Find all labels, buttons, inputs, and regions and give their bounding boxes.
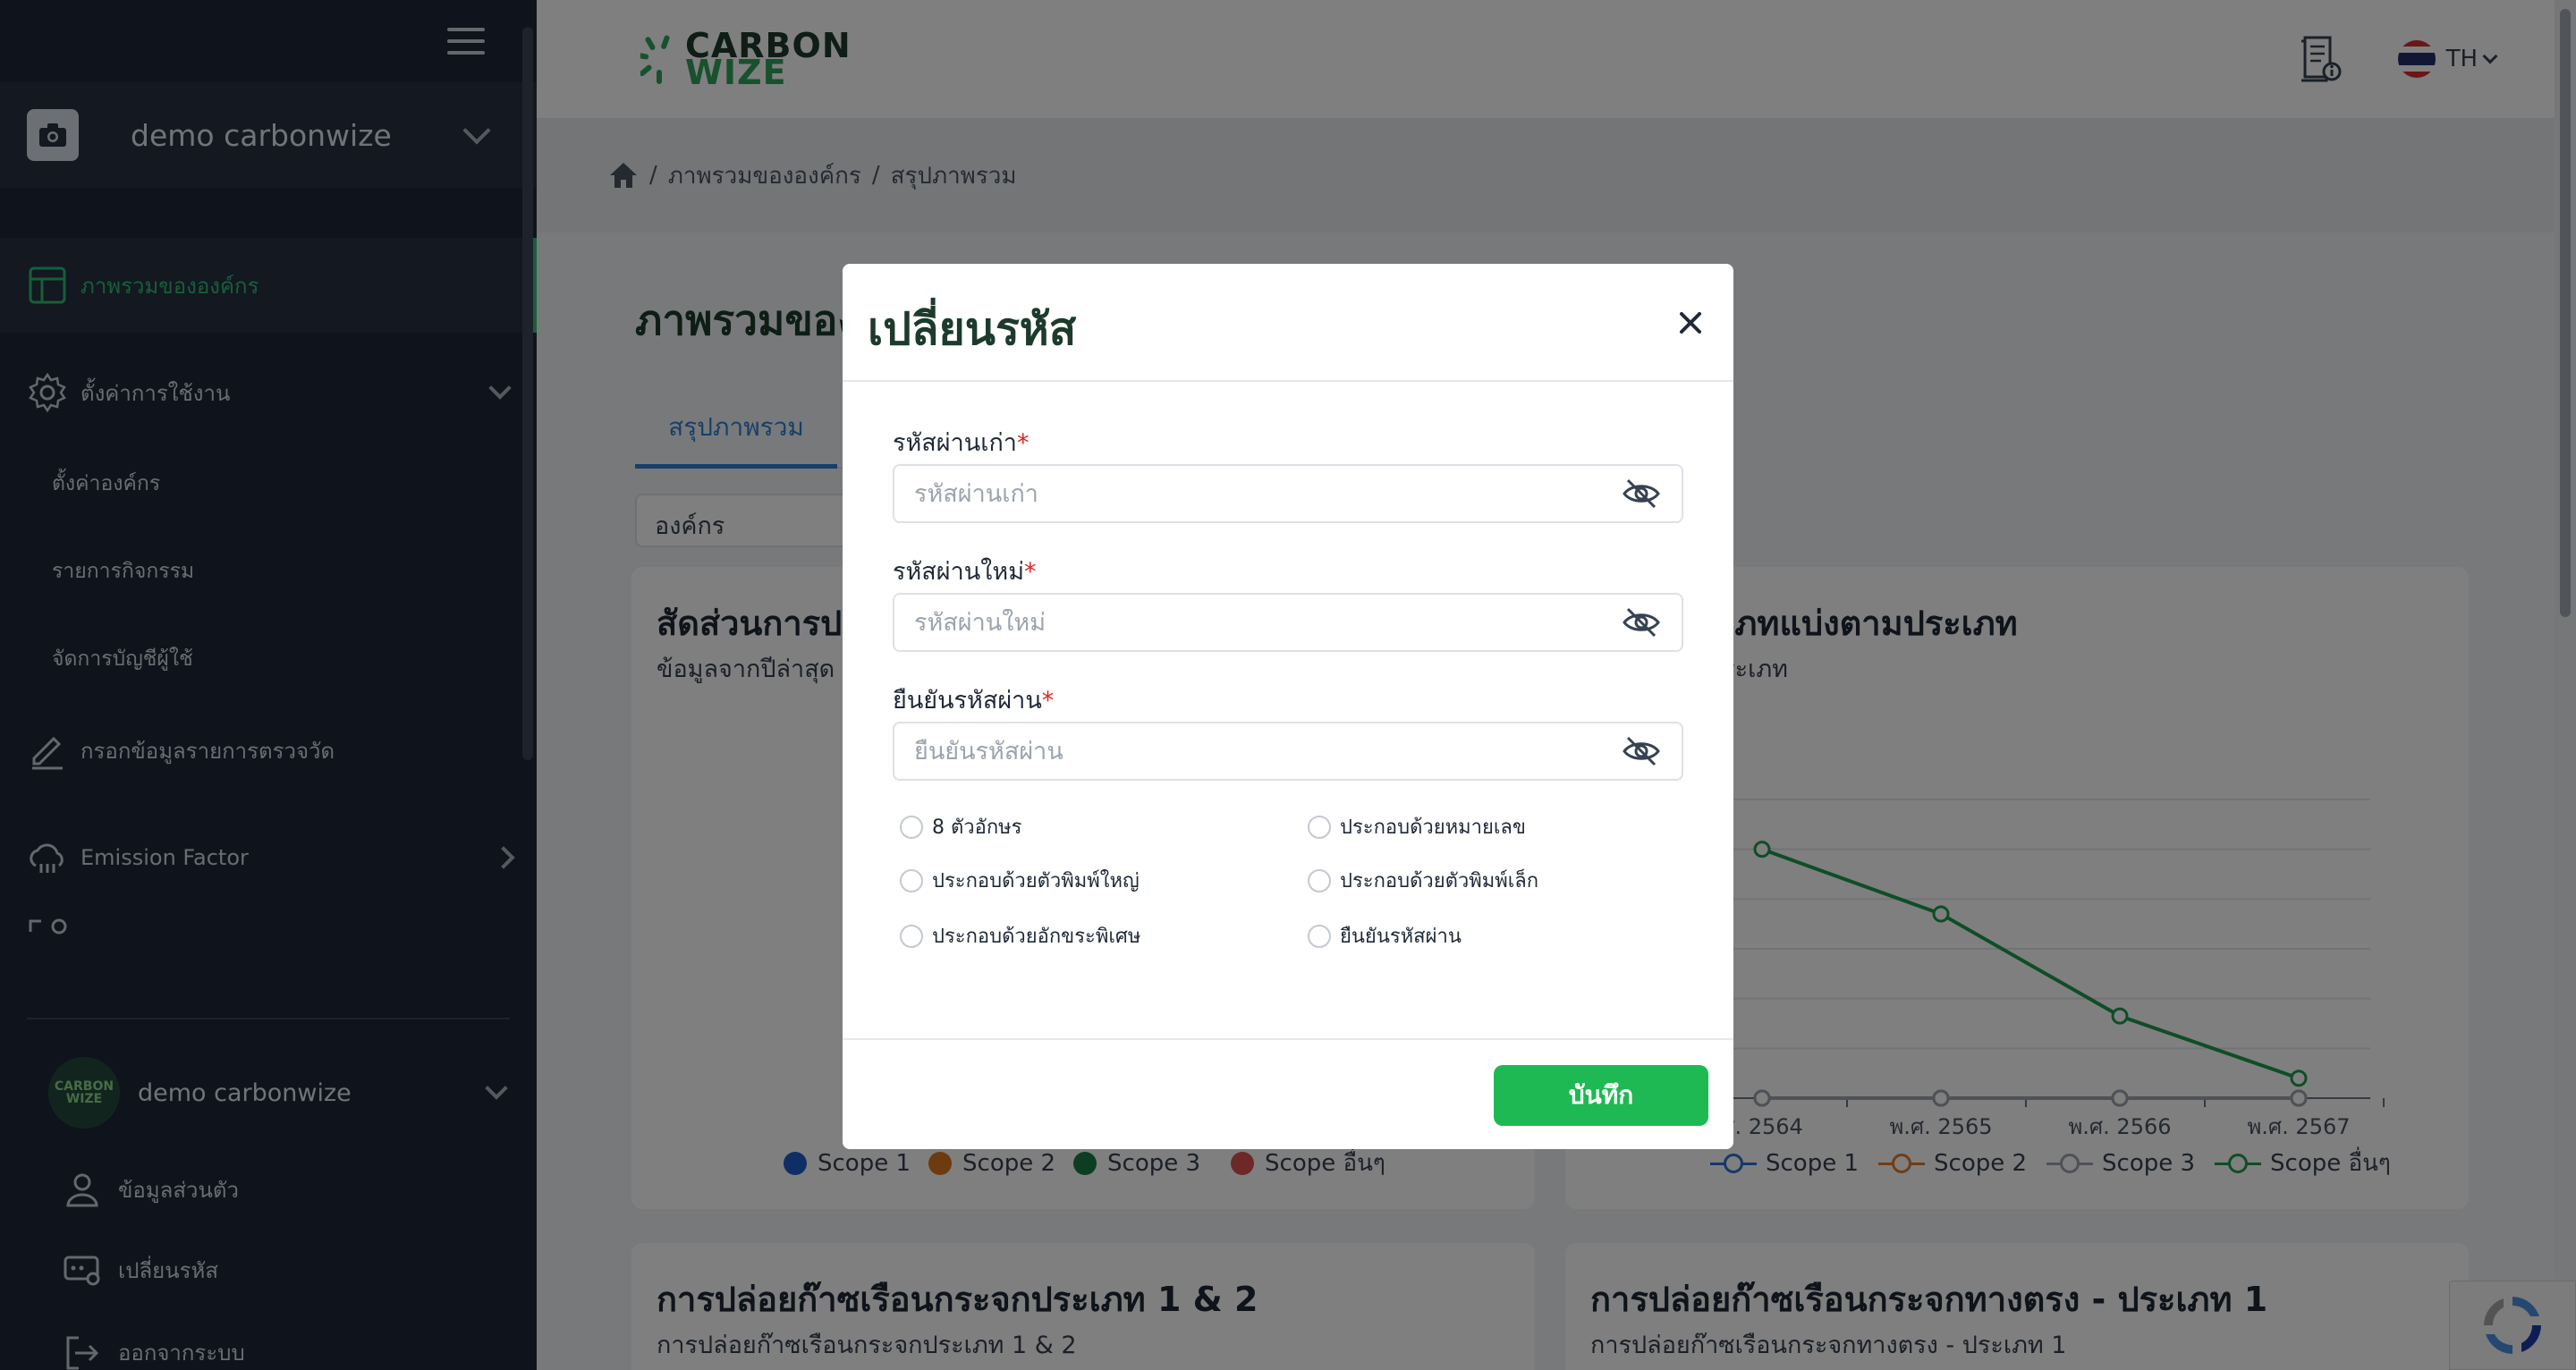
old-password-label: รหัสผ่านเก่า* bbox=[893, 429, 1030, 457]
close-icon[interactable] bbox=[1673, 305, 1708, 341]
rule-has-upper: ประกอบด้วยตัวพิมพ์ใหญ่ bbox=[900, 865, 1140, 896]
rule-indicator bbox=[900, 924, 923, 948]
new-password-label: รหัสผ่านใหม่* bbox=[893, 558, 1037, 586]
eye-off-icon[interactable] bbox=[1621, 473, 1662, 514]
save-button[interactable]: บันทึก bbox=[1494, 1065, 1708, 1126]
rule-has-lower: ประกอบด้วยตัวพิมพ์เล็ก bbox=[1308, 865, 1538, 896]
confirm-password-label: ยืนยันรหัสผ่าน* bbox=[893, 687, 1055, 715]
modal-title: เปลี่ยนรหัส bbox=[868, 303, 1077, 355]
rule-indicator bbox=[1308, 815, 1331, 839]
new-password-field bbox=[893, 593, 1683, 652]
rule-indicator bbox=[1308, 868, 1331, 892]
rule-indicator bbox=[900, 868, 923, 892]
eye-off-icon[interactable] bbox=[1621, 731, 1662, 772]
eye-off-icon[interactable] bbox=[1621, 602, 1662, 643]
confirm-password-field bbox=[893, 722, 1683, 781]
modal-header: เปลี่ยนรหัส bbox=[843, 264, 1733, 382]
confirm-password-input[interactable] bbox=[914, 737, 1621, 765]
old-password-input[interactable] bbox=[914, 479, 1621, 508]
rule-confirm-match: ยืนยันรหัสผ่าน bbox=[1308, 920, 1462, 951]
change-password-modal: เปลี่ยนรหัส รหัสผ่านเก่า* รหัสผ่านใหม่* … bbox=[843, 264, 1733, 1149]
rule-min-chars: 8 ตัวอักษร bbox=[900, 811, 1021, 842]
modal-footer-divider bbox=[843, 1038, 1733, 1040]
new-password-input[interactable] bbox=[914, 608, 1621, 637]
rule-has-special: ประกอบด้วยอักขระพิเศษ bbox=[900, 920, 1140, 951]
rule-indicator bbox=[900, 815, 923, 839]
rule-indicator bbox=[1308, 924, 1331, 948]
rule-has-number: ประกอบด้วยหมายเลข bbox=[1308, 811, 1526, 842]
old-password-field bbox=[893, 464, 1683, 523]
